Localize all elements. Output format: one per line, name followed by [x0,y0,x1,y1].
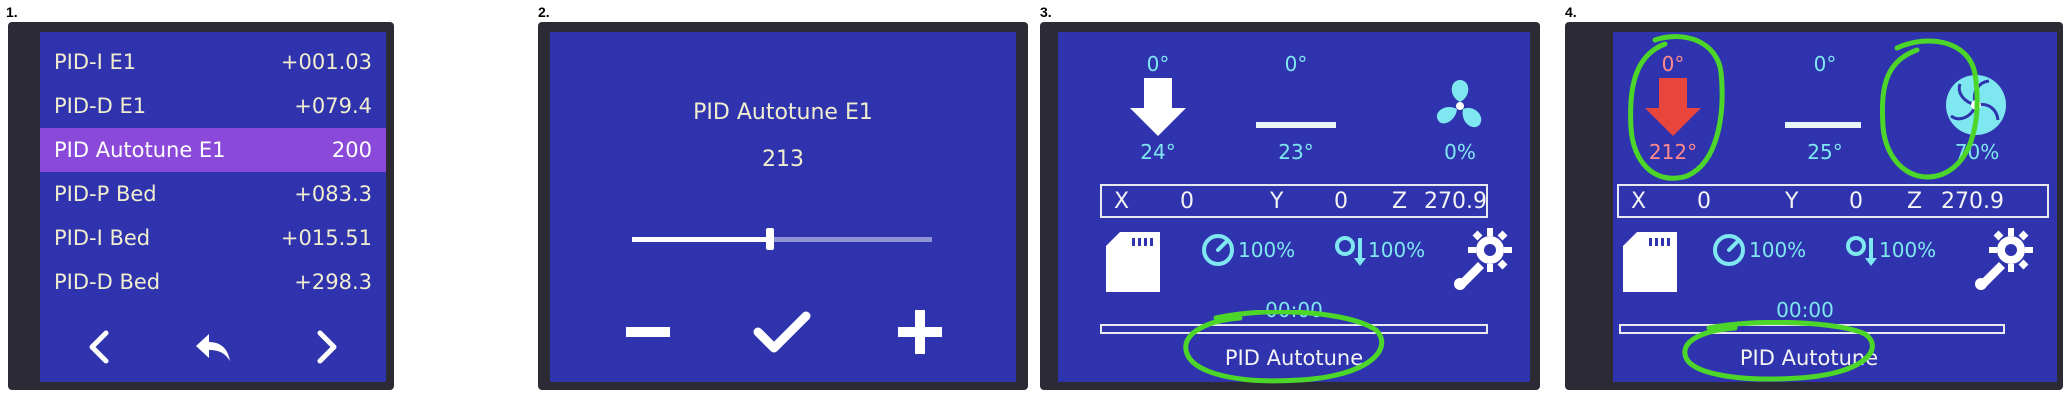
fan-speed-percent: 0% [1444,140,1476,164]
z-axis-label: Z [1392,188,1408,214]
chevron-right-icon[interactable] [308,327,348,367]
menu-item-value: +079.4 [294,94,372,118]
flow-rate-icon[interactable] [1334,234,1368,272]
panel-number-4: 4. [1565,4,1577,20]
x-axis-value: 0 [1697,188,1711,214]
menu-item-label: PID-I Bed [54,226,151,250]
settings-gear-icon[interactable] [1452,226,1516,294]
menu-screen: PID-I E1 +001.03 PID-D E1 +079.4 PID Aut… [40,32,386,382]
menu-item-label: PID Autotune E1 [54,138,226,162]
menu-item-value: +001.03 [280,50,372,74]
minus-icon[interactable] [618,302,678,362]
panel-number-1: 1. [6,4,18,20]
hotend-current-temp: 24° [1140,140,1176,164]
menu-navigation [40,322,386,372]
adjust-screen: PID Autotune E1 213 [550,32,1016,382]
y-axis-label: Y [1270,188,1284,214]
x-axis-label: X [1631,188,1647,214]
axis-coordinates: X 0 Y 0 Z 270.9 [1100,184,1488,218]
z-axis-label: Z [1907,188,1923,214]
y-axis-value: 0 [1334,188,1348,214]
flow-rate-percent: 100% [1879,238,1937,262]
x-axis-label: X [1114,188,1130,214]
menu-item-pid-i-bed[interactable]: PID-I Bed +015.51 [40,216,386,260]
value-slider[interactable] [632,228,932,250]
z-axis-value: 270.9 [1424,188,1487,214]
panel-number-3: 3. [1040,4,1052,20]
speed-gauge-icon[interactable] [1711,232,1747,272]
settings-gear-icon[interactable] [1973,226,2037,294]
annotation-circle-hotend [1628,34,1725,181]
bed-icon[interactable] [1256,122,1336,128]
fan-icon[interactable] [1430,76,1490,140]
menu-item-label: PID-P Bed [54,182,157,206]
menu-item-value: 200 [331,138,372,162]
print-speed-percent: 100% [1238,238,1296,262]
y-axis-value: 0 [1849,188,1863,214]
sd-card-icon[interactable] [1623,232,1677,296]
hotend-target-temp: 0° [1146,52,1170,76]
annotation-circle [1183,310,1385,384]
z-axis-value: 270.9 [1941,188,2004,214]
plus-icon[interactable] [890,302,950,362]
adjust-value: 213 [762,147,804,172]
menu-item-label: PID-D E1 [54,94,147,118]
annotation-circle-message [1682,320,1875,382]
menu-item-pid-p-bed[interactable]: PID-P Bed +083.3 [40,172,386,216]
y-axis-label: Y [1785,188,1799,214]
panel-1-menu: PID-I E1 +001.03 PID-D E1 +079.4 PID Aut… [8,22,394,390]
bed-current-temp: 23° [1278,140,1314,164]
panel-4-status: 0° 212° 0° 25° 70% X 0 Y 0 Z 270.9 100% … [1565,22,2063,390]
panel-3-status: 0° 24° 0° 23° 0% X 0 Y 0 Z 270.9 100% 10… [1040,22,1540,390]
bed-target-temp: 0° [1284,52,1308,76]
menu-item-pid-i-e1[interactable]: PID-I E1 +001.03 [40,40,386,84]
panel-2-adjust: PID Autotune E1 213 [538,22,1028,390]
x-axis-value: 0 [1180,188,1194,214]
menu-item-pid-d-bed[interactable]: PID-D Bed +298.3 [40,260,386,304]
sd-card-icon[interactable] [1106,232,1160,296]
menu-item-label: PID-I E1 [54,50,137,74]
slider-handle[interactable] [766,228,774,250]
flow-rate-percent: 100% [1368,238,1426,262]
flow-rate-icon[interactable] [1845,234,1879,272]
chevron-left-icon[interactable] [78,327,118,367]
annotation-circle-fan [1879,38,1980,180]
menu-item-value: +015.51 [280,226,372,250]
back-icon[interactable] [193,327,233,367]
print-speed-percent: 100% [1749,238,1807,262]
check-icon[interactable] [752,302,812,362]
menu-item-value: +083.3 [294,182,372,206]
elapsed-time: 00:00 [1776,298,1834,322]
menu-item-pid-autotune-e1[interactable]: PID Autotune E1 200 [40,128,386,172]
bed-current-temp: 25° [1807,140,1843,164]
speed-gauge-icon[interactable] [1200,232,1236,272]
menu-item-value: +298.3 [294,270,372,294]
adjust-title: PID Autotune E1 [693,100,873,125]
axis-coordinates: X 0 Y 0 Z 270.9 [1617,184,2049,218]
menu-item-label: PID-D Bed [54,270,161,294]
bed-target-temp: 0° [1813,52,1837,76]
slider-fill [632,237,770,242]
hotend-arrow-icon[interactable] [1130,78,1186,140]
panel-number-2: 2. [538,4,550,20]
menu-item-pid-d-e1[interactable]: PID-D E1 +079.4 [40,84,386,128]
bed-icon[interactable] [1785,122,1861,128]
